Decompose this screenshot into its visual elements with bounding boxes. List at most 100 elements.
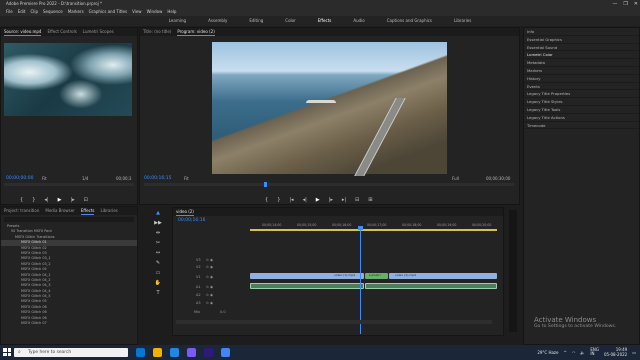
track-header-a2[interactable]: A2 [196, 293, 201, 297]
volume-icon[interactable]: 🔈 [580, 350, 585, 355]
track-toggle-icons[interactable]: ⊙ ◉ [206, 258, 213, 262]
tab-libraries[interactable]: Libraries [100, 207, 117, 215]
menu-sequence[interactable]: Sequence [43, 8, 63, 16]
program-quality-select[interactable]: Full [452, 176, 459, 181]
source-time-ruler[interactable] [4, 183, 134, 186]
insert-icon[interactable]: ⊡ [84, 197, 88, 203]
track-toggle-icons[interactable]: ⊙ ◉ [206, 285, 213, 289]
tab-lumetri-scopes[interactable]: Lumetri Scopes [83, 28, 114, 36]
tab-media-browser[interactable]: Media Browser [45, 207, 75, 215]
taskbar-app-icon[interactable] [221, 348, 230, 357]
taskbar-search-input[interactable]: ⌕ Type here to search [14, 348, 128, 357]
panel-history[interactable]: History [524, 75, 639, 83]
mark-out-icon[interactable]: } [277, 197, 280, 203]
track-toggle-icons[interactable]: ⊙ ◉ [206, 265, 213, 269]
selection-tool-icon[interactable]: ▲ [156, 210, 160, 216]
windows-start-icon[interactable] [3, 348, 11, 356]
panel-legacy-title-properties[interactable]: Legacy Title Properties [524, 90, 639, 99]
export-frame-icon[interactable]: ⊞ [368, 197, 372, 203]
tab-effects[interactable]: Effects [80, 207, 95, 215]
program-timecode[interactable]: 00;00;16;15 [144, 176, 171, 181]
clip-video-1[interactable]: video (1).mp4 [250, 273, 364, 279]
notification-icon[interactable]: ▭ [632, 350, 636, 355]
effects-search-input[interactable] [4, 217, 134, 222]
ripple-edit-icon[interactable]: ⇹ [156, 230, 160, 236]
master-volume-value[interactable]: 0.0 [220, 310, 226, 314]
step-forward-icon[interactable]: |▸ [329, 197, 333, 203]
play-icon[interactable]: ▶ [58, 197, 62, 203]
panel-timecode[interactable]: Timecode [524, 122, 639, 130]
taskbar-app-icon[interactable] [187, 348, 196, 357]
panel-legacy-title-actions[interactable]: Legacy Title Actions [524, 114, 639, 122]
playhead-handle[interactable] [358, 226, 363, 230]
panel-lumetri-color[interactable]: Lumetri Color [524, 51, 639, 60]
workspace-effects[interactable]: Effects [307, 16, 343, 26]
timeline-horizontal-scrollbar[interactable] [176, 320, 492, 324]
rectangle-tool-icon[interactable]: ▭ [156, 270, 161, 276]
mark-in-icon[interactable]: { [265, 197, 268, 203]
tab-title[interactable]: Title: (no title) [143, 28, 171, 36]
panel-events[interactable]: Events [524, 83, 639, 91]
play-icon[interactable]: ▶ [316, 197, 320, 203]
lift-icon[interactable]: ⊟ [355, 197, 359, 203]
menu-clip[interactable]: Clip [30, 8, 38, 16]
clip-video-2[interactable]: video (2).mp4 [389, 273, 497, 279]
menu-help[interactable]: Help [167, 8, 176, 16]
go-to-out-icon[interactable]: ▸| [342, 197, 346, 203]
taskbar-app-icon[interactable] [153, 348, 162, 357]
menu-window[interactable]: Window [147, 8, 163, 16]
clock[interactable]: 19:49 05-08-2022 [604, 347, 627, 357]
panel-legacy-title-tools[interactable]: Legacy Title Tools [524, 106, 639, 114]
panel-markers[interactable]: Markers [524, 67, 639, 75]
tab-timeline-sequence[interactable]: video (2) [176, 208, 194, 216]
track-header-a1[interactable]: A1 [196, 285, 201, 289]
slip-tool-icon[interactable]: ↔ [156, 250, 160, 256]
step-back-icon[interactable]: ◂| [44, 197, 48, 203]
hand-tool-icon[interactable]: ✋ [155, 280, 161, 286]
track-header-v2[interactable]: V2 [196, 265, 201, 269]
pen-tool-icon[interactable]: ✎ [156, 260, 160, 266]
tab-project[interactable]: Project: transition [4, 207, 39, 215]
razor-tool-icon[interactable]: ✂ [156, 240, 160, 246]
tab-source[interactable]: Source: video.mp4 [4, 28, 42, 36]
panel-essential-graphics[interactable]: Essential Graphics [524, 36, 639, 44]
workspace-libraries[interactable]: Libraries [443, 16, 482, 26]
mark-in-icon[interactable]: { [20, 197, 23, 203]
workspace-audio[interactable]: Audio [342, 16, 375, 26]
source-timecode[interactable]: 00;00;00;00 [6, 176, 33, 181]
workspace-captions[interactable]: Captions and Graphics [376, 16, 443, 26]
effect-preset-item[interactable]: MSFX Glitch 07 [1, 321, 137, 326]
timeline-playhead[interactable] [360, 228, 361, 334]
track-toggle-icons[interactable]: ⊙ ◉ [206, 275, 213, 279]
panel-legacy-title-styles[interactable]: Legacy Title Styles [524, 98, 639, 106]
taskbar-app-icon[interactable] [136, 348, 145, 357]
mark-out-icon[interactable]: } [32, 197, 35, 203]
timeline-timecode[interactable]: 00;00;16;16 [178, 218, 205, 223]
audio-clip-2[interactable] [365, 283, 497, 289]
work-area-bar[interactable] [250, 229, 497, 231]
workspace-editing[interactable]: Editing [238, 16, 274, 26]
step-back-icon[interactable]: ◂| [303, 197, 307, 203]
taskbar-app-icon[interactable] [170, 348, 179, 357]
wifi-icon[interactable]: ◠ [572, 350, 576, 355]
close-icon[interactable]: ✕ [634, 0, 638, 8]
track-header-a3[interactable]: A3 [196, 301, 201, 305]
menu-markers[interactable]: Markers [68, 8, 84, 16]
tab-program[interactable]: Program: video (2) [177, 28, 215, 36]
menu-graphics[interactable]: Graphics and Titles [89, 8, 127, 16]
minimize-icon[interactable]: — [612, 0, 617, 8]
track-toggle-icons[interactable]: ⊙ ◉ [206, 293, 213, 297]
maximize-icon[interactable]: ❐ [623, 0, 627, 8]
workspace-color[interactable]: Color [274, 16, 306, 26]
menu-edit[interactable]: Edit [18, 8, 26, 16]
weather-text[interactable]: 29°C Haze [537, 350, 558, 355]
program-time-ruler[interactable] [144, 183, 514, 186]
track-toggle-icons[interactable]: ⊙ ◉ [206, 301, 213, 305]
menu-view[interactable]: View [132, 8, 142, 16]
transition-clip[interactable]: Lumetri [365, 273, 388, 279]
language-indicator[interactable]: ENG IN [590, 348, 599, 356]
type-tool-icon[interactable]: T [156, 290, 159, 296]
workspace-learning[interactable]: Learning [158, 16, 197, 26]
menu-file[interactable]: File [6, 8, 13, 16]
go-to-in-icon[interactable]: |◂ [289, 197, 293, 203]
